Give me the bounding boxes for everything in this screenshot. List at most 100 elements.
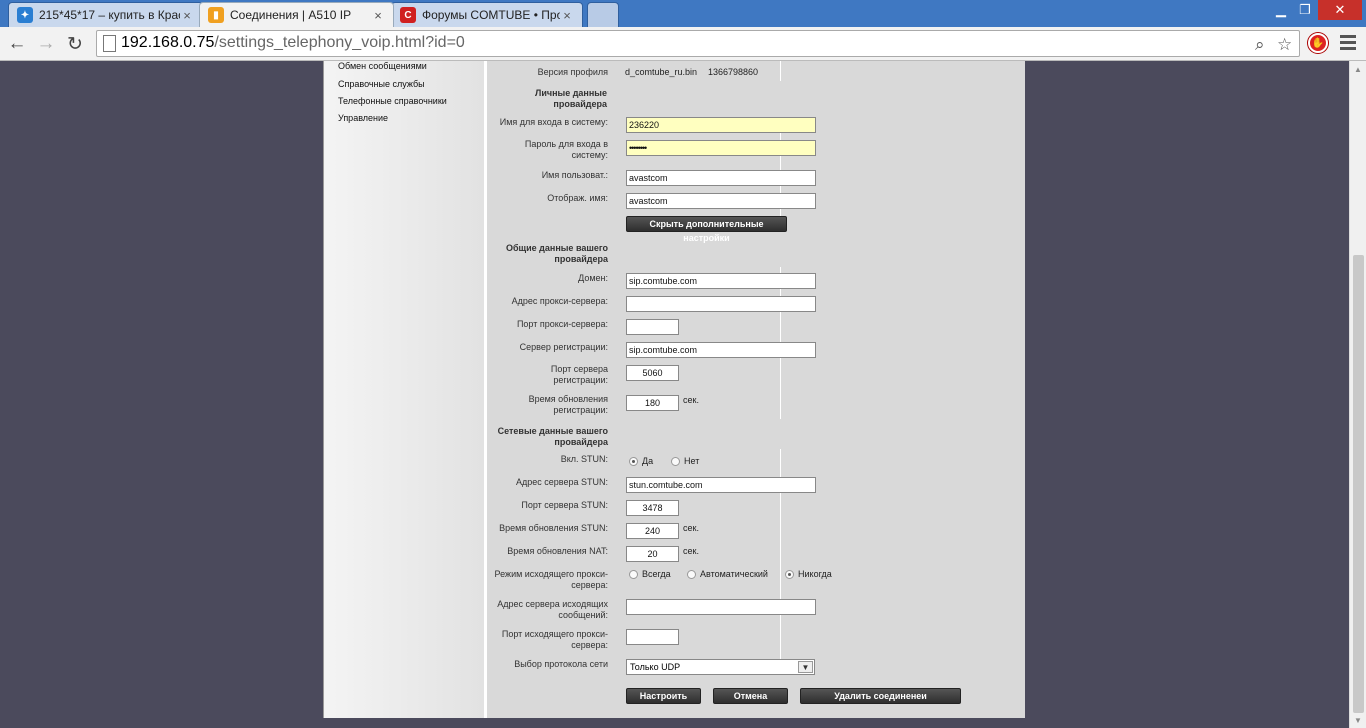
nat-refresh-input[interactable]: 20 <box>626 546 679 562</box>
outbound-address-input[interactable] <box>626 599 816 615</box>
outbound-port-input[interactable] <box>626 629 679 645</box>
radio-empty-icon <box>671 456 680 466</box>
comtube-icon: C <box>400 7 416 23</box>
section-network-header: Сетевые данные вашего провайдера <box>497 426 608 447</box>
close-icon[interactable]: × <box>560 8 574 23</box>
radio-selected-icon <box>785 569 794 579</box>
hide-advanced-button[interactable]: Скрыть дополнительные настройки <box>626 216 787 243</box>
outbound-address-label: Адрес сервера исходящих сообщений: <box>497 599 608 620</box>
new-tab-button[interactable] <box>587 2 619 27</box>
display-name-input[interactable]: avastcom <box>626 193 816 209</box>
mode-auto-radio[interactable]: Автоматический <box>687 569 768 579</box>
proxy-port-input[interactable] <box>626 319 679 335</box>
scroll-up-icon[interactable]: ▲ <box>1354 65 1362 74</box>
tab-title: Соединения | A510 IP <box>230 8 352 22</box>
profile-version-label: Версия профиля <box>537 67 608 77</box>
page-viewport: Обмен сообщениями Справочные службы Теле… <box>0 61 1349 728</box>
radio-selected-icon <box>629 456 638 466</box>
close-icon[interactable]: × <box>180 8 194 23</box>
proxy-address-label: Адрес прокси-сервера: <box>511 296 608 306</box>
profile-version-number: 1366798860 <box>708 67 759 77</box>
tab-forum[interactable]: C Форумы COMTUBE • Про × <box>391 2 583 27</box>
nat-refresh-label: Время обновления NAT: <box>507 546 608 556</box>
close-icon[interactable]: × <box>371 8 385 23</box>
adblock-icon[interactable]: ✋ <box>1308 33 1328 53</box>
reg-port-label: Порт сервера регистрации: <box>550 364 608 385</box>
browser-toolbar: ← → ↻ 192.168.0.75/settings_telephony_vo… <box>0 27 1366 61</box>
tab-connections[interactable]: ▮ Соединения | A510 IP × <box>199 2 394 27</box>
domain-input[interactable]: sip.comtube.com <box>626 273 816 289</box>
reload-icon[interactable]: ↻ <box>62 31 88 57</box>
mode-never-radio[interactable]: Никогда <box>785 569 832 579</box>
password-label: Пароль для входа в систему: <box>524 139 608 160</box>
menu-icon[interactable] <box>1340 35 1356 53</box>
globe-icon: ✦ <box>17 7 33 23</box>
stun-refresh-unit: сек. <box>683 523 699 533</box>
username-input[interactable]: avastcom <box>626 170 816 186</box>
stun-refresh-input[interactable]: 240 <box>626 523 679 539</box>
section-general-header: Общие данные вашего провайдера <box>505 243 608 264</box>
login-label: Имя для входа в систему: <box>499 117 608 127</box>
bookmark-star-icon[interactable]: ☆ <box>1277 35 1292 55</box>
scroll-thumb[interactable] <box>1353 255 1364 713</box>
nat-refresh-unit: сек. <box>683 546 699 556</box>
protocol-select[interactable]: Только UDP ▼ <box>626 659 815 675</box>
browser-title-bar: ✦ 215*45*17 – купить в Крас × ▮ Соединен… <box>0 0 1366 27</box>
outbound-port-label: Порт исходящего прокси-сервера: <box>501 629 608 650</box>
back-arrow-icon[interactable]: ← <box>4 31 30 57</box>
divider <box>780 61 781 81</box>
proxy-port-label: Порт прокси-сервера: <box>516 319 608 329</box>
address-bar[interactable]: 192.168.0.75/settings_telephony_voip.htm… <box>96 30 1300 57</box>
reg-refresh-label: Время обновления регистрации: <box>528 394 608 415</box>
url-text[interactable]: 192.168.0.75/settings_telephony_voip.htm… <box>121 34 465 52</box>
outbound-mode-label: Режим исходящего прокси-сервера: <box>494 569 608 590</box>
radio-empty-icon <box>629 569 638 579</box>
sidebar-item-directories[interactable]: Телефонные справочники <box>338 96 447 106</box>
connection-settings-form: Версия профиля d_comtube_ru.bin 13667988… <box>487 61 1025 718</box>
sidebar-nav: Обмен сообщениями Справочные службы Теле… <box>324 61 484 718</box>
reg-refresh-unit: сек. <box>683 395 699 405</box>
display-name-label: Отображ. имя: <box>547 193 608 203</box>
page-scrollbar[interactable]: ▲ ▼ <box>1349 61 1366 728</box>
stun-address-input[interactable]: stun.comtube.com <box>626 477 816 493</box>
stun-yes-radio[interactable]: Да <box>629 456 653 466</box>
mode-always-radio[interactable]: Всегда <box>629 569 671 579</box>
reg-port-input[interactable]: 5060 <box>626 365 679 381</box>
maximize-icon[interactable]: ❐ <box>1294 0 1316 20</box>
cancel-button[interactable]: Отмена <box>713 688 788 704</box>
settings-panel: Обмен сообщениями Справочные службы Теле… <box>323 61 1025 718</box>
radio-empty-icon <box>687 569 696 579</box>
tab-shop[interactable]: ✦ 215*45*17 – купить в Крас × <box>8 2 203 27</box>
section-personal-header: Личные данные провайдера <box>535 88 607 109</box>
scroll-down-icon[interactable]: ▼ <box>1354 716 1362 725</box>
configure-button[interactable]: Настроить <box>626 688 701 704</box>
profile-version-file: d_comtube_ru.bin <box>625 67 698 77</box>
chevron-down-icon[interactable]: ▼ <box>798 661 813 673</box>
stun-port-label: Порт сервера STUN: <box>521 500 608 510</box>
stun-port-input[interactable]: 3478 <box>626 500 679 516</box>
tab-title: Форумы COMTUBE • Про <box>422 8 560 22</box>
domain-label: Домен: <box>578 273 608 283</box>
sidebar-item-messaging[interactable]: Обмен сообщениями <box>338 61 427 71</box>
protocol-label: Выбор протокола сети <box>514 659 608 669</box>
reg-refresh-input[interactable]: 180 <box>626 395 679 411</box>
stun-no-radio[interactable]: Нет <box>671 456 699 466</box>
reg-server-input[interactable]: sip.comtube.com <box>626 342 816 358</box>
forward-arrow-icon[interactable]: → <box>33 31 59 57</box>
window-close-icon[interactable]: ✕ <box>1318 0 1362 20</box>
sidebar-item-info-services[interactable]: Справочные службы <box>338 79 425 89</box>
page-icon <box>103 35 116 52</box>
sidebar-item-management[interactable]: Управление <box>338 113 388 123</box>
username-label: Имя пользоват.: <box>541 170 608 180</box>
password-input[interactable]: •••••••• <box>626 140 816 156</box>
siemens-icon: ▮ <box>208 7 224 23</box>
tab-title: 215*45*17 – купить в Крас <box>39 8 180 22</box>
zoom-icon[interactable]: ⌕ <box>1255 35 1265 55</box>
login-input[interactable]: 236220 <box>626 117 816 133</box>
stun-address-label: Адрес сервера STUN: <box>516 477 608 487</box>
stun-enable-label: Вкл. STUN: <box>560 454 608 464</box>
reg-server-label: Сервер регистрации: <box>519 342 608 352</box>
proxy-address-input[interactable] <box>626 296 816 312</box>
delete-connection-button[interactable]: Удалить соединенеи <box>800 688 961 704</box>
minimize-icon[interactable]: ▁ <box>1268 0 1294 20</box>
